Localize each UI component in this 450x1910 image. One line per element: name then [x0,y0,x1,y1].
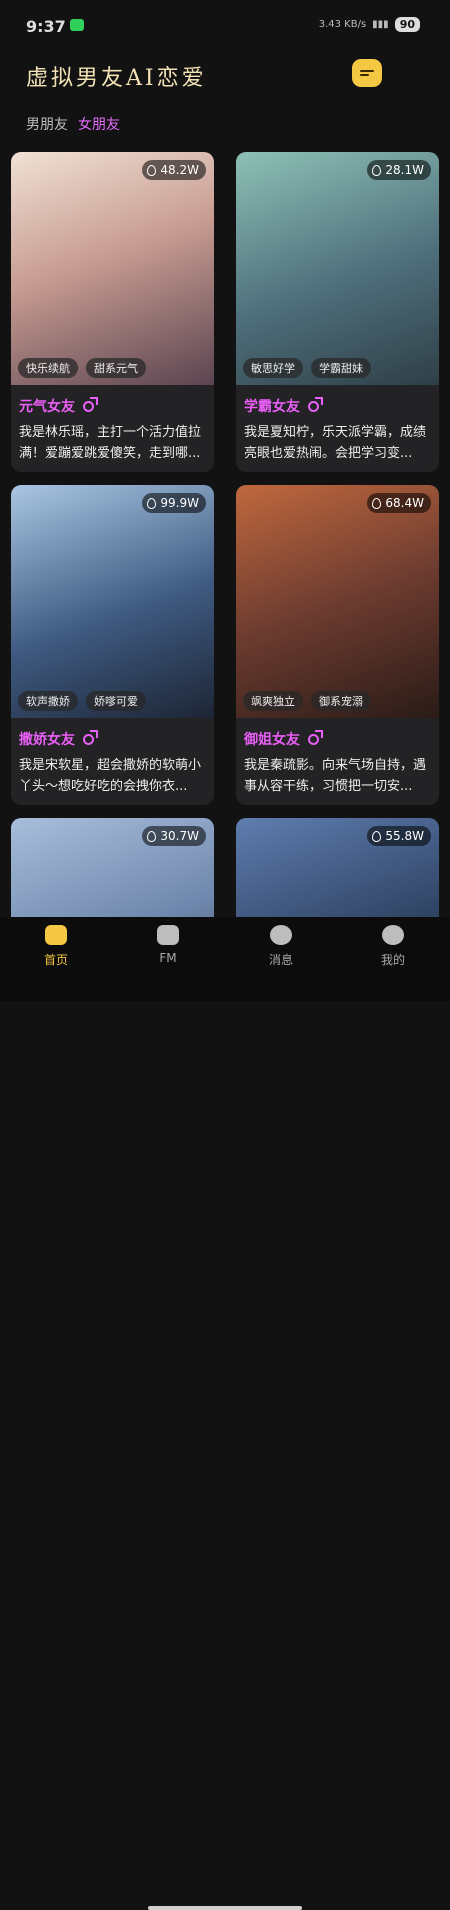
character-grid: 48.2W 快乐续航 甜系元气 元气女友 我是林乐瑶，主打一个活力值拉满！爱蹦爱… [11,152,439,917]
tag: 飒爽独立 [243,691,303,711]
character-card[interactable]: 30.7W [11,818,214,917]
nav-label: 消息 [268,953,293,967]
character-card[interactable]: 28.1W 敏思好学 学霸甜妹 学霸女友 我是夏知柠，乐天派学霸，成绩亮眼也爱热… [236,152,439,472]
male-icon [308,729,323,745]
app-title: 虚拟男友AI恋爱 [26,66,207,91]
fire-icon [147,164,157,176]
character-image [11,152,214,385]
character-card[interactable]: 68.4W 飒爽独立 御系宠溺 御姐女友 我是秦疏影。向来气场自持，遇事从容干练… [236,485,439,805]
tag: 娇嗲可爱 [86,691,146,711]
home-indicator [148,1906,302,1910]
bottom-navigation: 首页 FM 消息 我的 [0,917,450,1910]
tag: 敏思好学 [243,358,303,378]
fire-icon [372,497,382,509]
fire-icon [147,830,157,842]
character-name: 元气女友 [19,399,75,415]
character-card[interactable]: 99.9W 软声撒娇 娇嗲可爱 撒娇女友 我是宋软星，超会撒娇的软萌小丫头～想吃… [11,485,214,805]
view-count: 48.2W [160,163,199,177]
tag: 学霸甜妹 [311,358,371,378]
character-name: 御姐女友 [244,732,300,748]
tab-boyfriend[interactable]: 男朋友 [26,114,68,134]
view-count: 68.4W [385,496,424,510]
wechat-icon [70,19,84,31]
character-description: 我是林乐瑶，主打一个活力值拉满！爱蹦爱跳爱傻笑，走到哪... [19,425,202,461]
male-icon [83,729,98,745]
nav-label: 首页 [43,953,68,967]
nav-label: 我的 [380,953,405,967]
character-card[interactable]: 48.2W 快乐续航 甜系元气 元气女友 我是林乐瑶，主打一个活力值拉满！爱蹦爱… [11,152,214,472]
signal-icon: ▮▮▮ [372,19,389,30]
radio-icon [157,925,179,945]
character-image [11,485,214,718]
male-icon [83,396,98,412]
nav-fm[interactable]: FM [133,925,203,965]
gender-tabs: 男朋友 女朋友 [26,114,120,134]
tab-girlfriend[interactable]: 女朋友 [78,114,120,134]
chat-button[interactable] [352,59,382,87]
nav-profile[interactable]: 我的 [358,925,428,968]
character-description: 我是宋软星，超会撒娇的软萌小丫头～想吃好吃的会拽你衣... [19,758,202,794]
character-description: 我是夏知柠，乐天派学霸，成绩亮眼也爱热闹。会把学习变... [244,425,427,461]
status-bar: 9:37 3.43 KB/s ▮▮▮ 90 [0,0,450,52]
tag: 快乐续航 [18,358,78,378]
tag: 甜系元气 [86,358,146,378]
nav-home[interactable]: 首页 [21,925,91,968]
nav-label: FM [159,951,177,965]
home-icon [45,925,67,945]
view-count: 55.8W [385,829,424,843]
battery-indicator: 90 [394,17,420,32]
character-image [236,485,439,718]
character-card[interactable]: 55.8W [236,818,439,917]
view-count: 99.9W [160,496,199,510]
fire-icon [147,497,157,509]
message-icon [360,68,374,78]
view-count: 30.7W [160,829,199,843]
character-image [236,152,439,385]
view-count: 28.1W [385,163,424,177]
fire-icon [372,830,382,842]
network-speed: 3.43 KB/s [318,19,367,30]
fire-icon [372,164,382,176]
message-icon [270,925,292,945]
tag: 御系宠溺 [311,691,371,711]
nav-messages[interactable]: 消息 [246,925,316,968]
male-icon [308,396,323,412]
status-time: 9:37 [26,17,66,36]
character-name: 学霸女友 [244,399,300,415]
tag: 软声撒娇 [18,691,78,711]
character-name: 撒娇女友 [19,732,75,748]
character-description: 我是秦疏影。向来气场自持，遇事从容干练，习惯把一切安... [244,758,427,794]
profile-icon [382,925,404,945]
